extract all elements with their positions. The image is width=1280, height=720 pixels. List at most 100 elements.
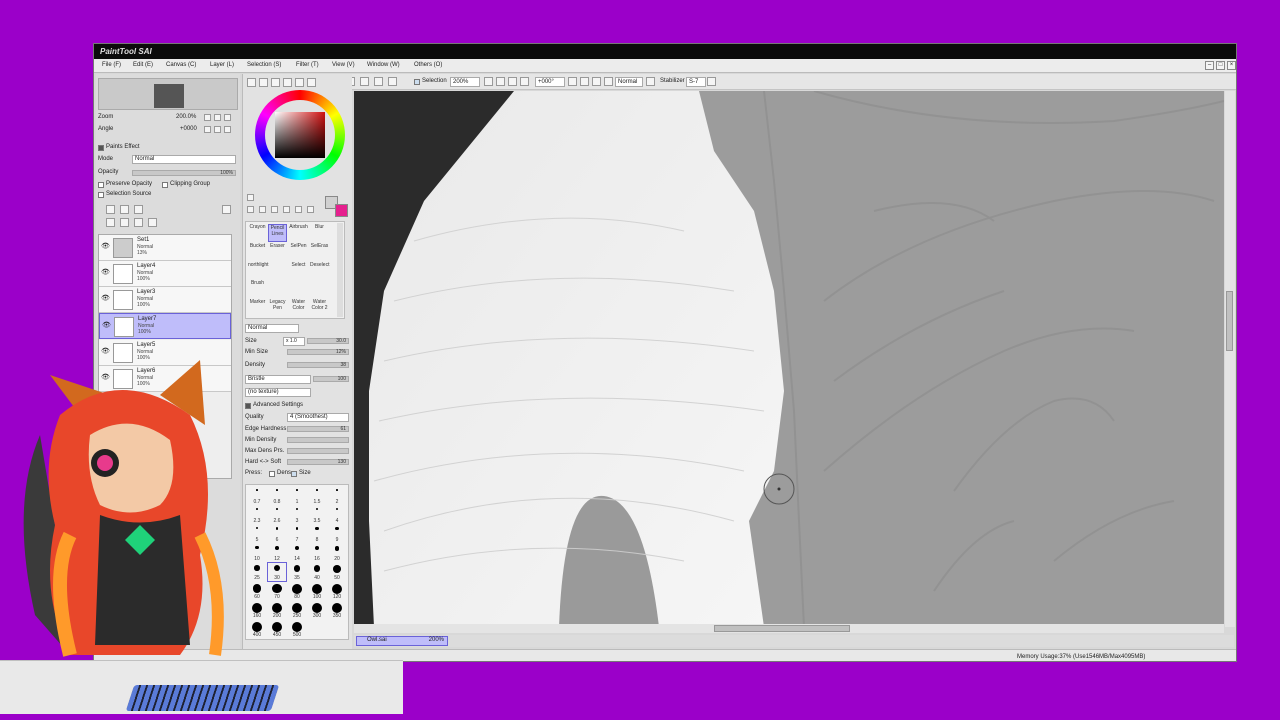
tool-water-color[interactable]: Water Color (289, 299, 308, 317)
tool-bucket[interactable]: Bucket (248, 243, 267, 261)
brush-size-cell[interactable]: 450 (268, 620, 286, 638)
brush-size-cell[interactable]: 14 (288, 544, 306, 562)
tool-crayon[interactable]: Crayon (248, 224, 267, 242)
brush-size-cell[interactable]: 3 (288, 506, 306, 524)
brush-size-cell[interactable]: 25 (248, 563, 266, 581)
vertical-scroll-thumb[interactable] (1226, 291, 1233, 351)
swatches-tab[interactable] (283, 78, 292, 87)
brush-size-cell[interactable]: 500 (288, 620, 306, 638)
rotate-reset-button[interactable] (592, 77, 601, 86)
menu-file[interactable]: File (F) (102, 62, 121, 68)
navigator-thumbnail[interactable] (154, 84, 184, 108)
tool-deselect[interactable]: Deselect (310, 262, 329, 280)
minimize-button[interactable]: – (1205, 61, 1214, 70)
menu-view[interactable]: View (V) (332, 62, 355, 68)
lasso-icon[interactable] (271, 206, 278, 213)
brush-size-cell[interactable]: 5 (248, 525, 266, 543)
folder-icon[interactable] (134, 205, 143, 214)
menu-filter[interactable]: Filter (T) (296, 62, 319, 68)
edge-hardness-slider[interactable]: 61 (287, 426, 349, 432)
menu-others[interactable]: Others (O) (414, 62, 442, 68)
zoom-fit-button[interactable] (520, 77, 529, 86)
rotate-left-button[interactable] (568, 77, 577, 86)
min-size-slider[interactable]: 12% (287, 349, 349, 355)
brush-size-cell[interactable]: 100 (308, 582, 326, 600)
blend-mode-select[interactable]: Normal (615, 77, 643, 87)
texture-select[interactable]: (no texture) (245, 388, 311, 397)
density-slider[interactable]: 38 (287, 362, 349, 368)
brush-size-cell[interactable]: 8 (308, 525, 326, 543)
zoom-plus-button[interactable] (214, 114, 221, 121)
brush-size-cell[interactable]: 4 (328, 506, 346, 524)
brush-size-cell[interactable]: 12 (268, 544, 286, 562)
brush-size-cell[interactable]: 70 (268, 582, 286, 600)
maximize-button[interactable]: □ (1216, 61, 1225, 70)
layer-item[interactable]: 👁 Set1 Normal 13% (99, 235, 231, 261)
brush-size-cell[interactable]: 9 (328, 525, 346, 543)
press-density-checkbox[interactable] (269, 471, 275, 477)
rotate-right-button[interactable] (580, 77, 589, 86)
eyedropper-icon[interactable] (307, 206, 314, 213)
new-layer-icon[interactable] (106, 205, 115, 214)
brush-size-cell[interactable]: 160 (248, 601, 266, 619)
tool-select[interactable]: Select (289, 262, 308, 280)
brush-size-cell[interactable]: 6 (268, 525, 286, 543)
zoom-tool-icon[interactable] (259, 206, 266, 213)
brush-size-cell[interactable]: 250 (288, 601, 306, 619)
mode-button[interactable] (646, 77, 655, 86)
layer-opacity-slider[interactable]: 100% (132, 170, 236, 176)
rotate-right-button[interactable] (214, 126, 221, 133)
brush-size-cell[interactable]: 2.3 (248, 506, 266, 524)
tool-grid-scrollbar[interactable] (337, 223, 343, 317)
brush-size-cell[interactable]: 0.7 (248, 487, 266, 505)
toggle-button[interactable] (360, 77, 369, 86)
brush-size-cell[interactable]: 200 (268, 601, 286, 619)
brush-size-cell[interactable]: 80 (288, 582, 306, 600)
eye-icon[interactable]: 👁 (101, 347, 110, 355)
menu-edit[interactable]: Edit (E) (133, 62, 153, 68)
stabilizer-select[interactable]: S-7 (686, 77, 706, 87)
brush-size-cell[interactable]: 30 (267, 562, 287, 582)
horizontal-scroll-thumb[interactable] (714, 625, 850, 632)
merge-down-icon[interactable] (120, 218, 129, 227)
toggle-button[interactable] (388, 77, 397, 86)
clipping-group-checkbox[interactable] (162, 182, 168, 188)
angle-select[interactable]: +000° (535, 77, 565, 87)
layer-item[interactable]: 👁 Layer4 Normal 100% (99, 261, 231, 287)
bristle-select[interactable]: Bristle (245, 375, 311, 384)
tool-seleras[interactable]: SelEras (310, 243, 329, 261)
menu-window[interactable]: Window (W) (367, 62, 400, 68)
panel-menu-button[interactable] (222, 205, 231, 214)
canvas-vertical-scrollbar[interactable] (1225, 91, 1235, 627)
tool-brush[interactable]: Brush (248, 280, 267, 298)
brush-size-cell[interactable]: 16 (308, 544, 326, 562)
preserve-opacity-checkbox[interactable] (98, 182, 104, 188)
zoom-minus-button[interactable] (204, 114, 211, 121)
min-density-slider[interactable] (287, 437, 349, 443)
eye-icon[interactable]: 👁 (101, 268, 110, 276)
zoom-select[interactable]: 200% (450, 77, 480, 87)
brush-size-cell[interactable]: 20 (328, 544, 346, 562)
brush-size-cell[interactable]: 350 (328, 601, 346, 619)
tool-pencil-lines[interactable]: Pencil Lines (268, 224, 287, 242)
brush-size-cell[interactable]: 300 (308, 601, 326, 619)
new-layer-icon[interactable] (120, 205, 129, 214)
size-multiplier-select[interactable]: x 1.0 (283, 337, 305, 346)
paints-effect-toggle[interactable] (98, 145, 104, 151)
menu-layer[interactable]: Layer (L) (210, 62, 234, 68)
brush-size-cell[interactable]: 60 (248, 582, 266, 600)
press-size-checkbox[interactable] (291, 471, 297, 477)
hard-soft-slider[interactable]: 130 (287, 459, 349, 465)
close-button[interactable]: × (1227, 61, 1236, 70)
canvas[interactable] (354, 91, 1224, 627)
tool-northlight[interactable]: northlight (248, 262, 269, 280)
zoom-out-button[interactable] (484, 77, 493, 86)
rotate-reset-button[interactable] (224, 126, 231, 133)
brush-size-cell[interactable]: 1.5 (308, 487, 326, 505)
toggle-button[interactable] (374, 77, 383, 86)
zoom-reset-button[interactable] (224, 114, 231, 121)
selection-checkbox[interactable] (414, 79, 420, 85)
scratchpad-tab[interactable] (295, 78, 304, 87)
brush-size-cell[interactable]: 3.5 (308, 506, 326, 524)
brush-size-cell[interactable]: 40 (308, 563, 326, 581)
